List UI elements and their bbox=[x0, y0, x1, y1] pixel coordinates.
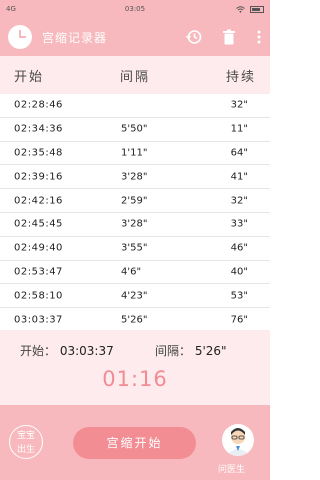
cell-interval: 3'28" bbox=[121, 171, 148, 183]
doctor-label[interactable]: 问医生 bbox=[218, 462, 245, 475]
battery-icon bbox=[250, 5, 264, 13]
status-time: 03:05 bbox=[124, 5, 146, 13]
current-interval-value: 5'26" bbox=[194, 344, 227, 358]
cell-start: 02:45:45 bbox=[14, 218, 63, 230]
cell-start: 02:42:16 bbox=[14, 195, 63, 207]
cell-start: 02:35:48 bbox=[14, 147, 63, 159]
cell-duration: 32" bbox=[230, 195, 248, 207]
cell-start: 03:03:37 bbox=[14, 314, 63, 326]
cell-duration: 76" bbox=[230, 314, 248, 326]
cell-interval: 5'26" bbox=[121, 314, 148, 326]
current-start-value: 03:03:37 bbox=[59, 344, 114, 358]
table-header: 开始 间隔 持续 bbox=[0, 56, 270, 94]
doctor-avatar-icon[interactable] bbox=[222, 424, 254, 456]
more-vertical-icon[interactable] bbox=[256, 29, 262, 45]
baby-born-label-line1: 宝宝 bbox=[16, 431, 35, 441]
cell-interval: 5'50" bbox=[121, 123, 148, 135]
cell-interval: 4'23" bbox=[121, 290, 148, 302]
table-row: 02:49:40 3'55" 46" bbox=[0, 237, 270, 261]
cell-duration: 40" bbox=[230, 266, 248, 278]
baby-born-label-line2: 出生 bbox=[16, 445, 35, 455]
table-row: 02:42:16 2'59" 32" bbox=[0, 189, 270, 213]
cell-duration: 53" bbox=[230, 290, 248, 302]
table-row: 03:03:37 5'26" 76" bbox=[0, 308, 270, 330]
history-icon[interactable] bbox=[186, 29, 202, 45]
cell-start: 02:28:46 bbox=[14, 99, 63, 111]
cell-duration: 46" bbox=[230, 242, 248, 254]
cell-start: 02:53:47 bbox=[14, 266, 63, 278]
app-title: 宫缩记录器 bbox=[42, 30, 108, 45]
contraction-start-button[interactable]: 宫缩开始 bbox=[73, 427, 196, 459]
cell-duration: 32" bbox=[230, 99, 248, 111]
bottom-bar: 宝宝 出生 宫缩开始 问医生 bbox=[0, 405, 270, 480]
cell-interval: 3'28" bbox=[121, 218, 148, 230]
cell-interval: 1'11" bbox=[121, 147, 148, 159]
table-row: 02:35:48 1'11" 64" bbox=[0, 142, 270, 166]
cell-start: 02:39:16 bbox=[14, 171, 63, 183]
table-row: 02:53:47 4'6" 40" bbox=[0, 261, 270, 285]
trash-icon[interactable] bbox=[222, 29, 236, 45]
cell-interval: 3'55" bbox=[121, 242, 148, 254]
table-row: 02:34:36 5'50" 11" bbox=[0, 118, 270, 142]
cell-duration: 33" bbox=[230, 218, 248, 230]
records-list[interactable]: 02:28:46 32" 02:34:36 5'50" 11" 02:35:48… bbox=[0, 94, 270, 330]
app-bar: 宫缩记录器 bbox=[0, 18, 270, 56]
clock-logo-icon bbox=[8, 25, 32, 49]
elapsed-timer: 01:16 bbox=[102, 367, 168, 391]
cell-interval: 4'6" bbox=[121, 266, 142, 278]
cell-start: 02:49:40 bbox=[14, 242, 63, 254]
table-row: 02:58:10 4'23" 53" bbox=[0, 284, 270, 309]
status-bar: 4G 03:05 bbox=[0, 0, 270, 18]
cell-duration: 41" bbox=[230, 171, 248, 183]
current-contraction-panel: 开始： 03:03:37 间隔： 5'26" 01:16 bbox=[0, 330, 270, 405]
column-duration: 持续 bbox=[225, 69, 256, 85]
table-row: 02:28:46 32" bbox=[0, 94, 270, 118]
current-interval-label: 间隔： bbox=[155, 344, 192, 358]
cell-duration: 64" bbox=[230, 147, 248, 159]
cell-start: 02:34:36 bbox=[14, 123, 63, 135]
current-start-label: 开始： bbox=[20, 344, 57, 358]
table-row: 02:45:45 3'28" 33" bbox=[0, 213, 270, 237]
table-row: 02:39:16 3'28" 41" bbox=[0, 165, 270, 190]
baby-born-button[interactable]: 宝宝 出生 bbox=[9, 425, 43, 459]
cell-start: 02:58:10 bbox=[14, 290, 63, 302]
cell-duration: 11" bbox=[230, 123, 248, 135]
cell-interval: 2'59" bbox=[121, 195, 148, 207]
